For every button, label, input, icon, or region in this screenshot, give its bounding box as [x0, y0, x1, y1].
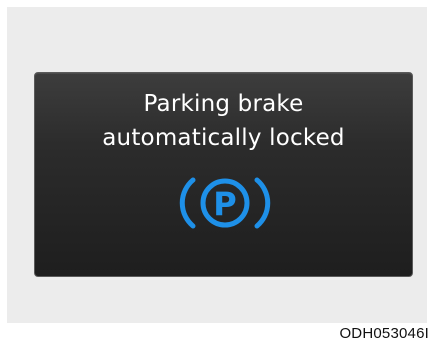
parking-brake-icon: P [179, 177, 271, 229]
message-line-2: automatically locked [102, 125, 345, 151]
figure-code: ODH053046I [339, 325, 429, 342]
cluster-display: Parking brake automatically locked P [34, 72, 413, 277]
message-line-1: Parking brake [143, 91, 304, 117]
parking-brake-letter: P [213, 185, 236, 223]
